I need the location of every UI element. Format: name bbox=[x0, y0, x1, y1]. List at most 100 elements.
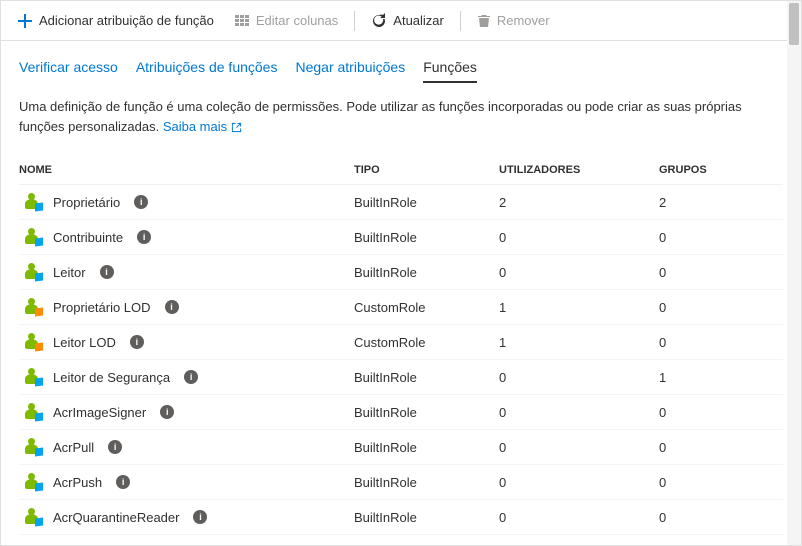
role-name: AcrPush bbox=[53, 475, 102, 490]
table-header: NOME TIPO UTILIZADORES GRUPOS bbox=[19, 156, 783, 185]
info-icon[interactable]: i bbox=[165, 300, 179, 314]
info-icon[interactable]: i bbox=[134, 195, 148, 209]
role-users: 0 bbox=[499, 440, 659, 455]
name-cell: Proprietário i bbox=[19, 193, 354, 211]
role-users: 1 bbox=[499, 335, 659, 350]
table-row[interactable]: Proprietário LOD i CustomRole10 bbox=[19, 290, 783, 325]
table-row[interactable]: Leitor de SegurançaiBuiltInRole01 bbox=[19, 360, 783, 395]
table-row[interactable]: AcrImageSigneriBuiltInRole00 bbox=[19, 395, 783, 430]
role-groups: 0 bbox=[659, 230, 783, 245]
col-groups: GRUPOS bbox=[659, 164, 783, 176]
role-icon bbox=[25, 263, 43, 281]
role-name: Proprietário LOD bbox=[53, 300, 151, 315]
table-row[interactable]: AcrPulliBuiltInRole00 bbox=[19, 430, 783, 465]
role-users: 2 bbox=[499, 195, 659, 210]
content: Verificar acesso Atribuições de funções … bbox=[1, 41, 801, 545]
role-icon bbox=[25, 508, 43, 526]
role-groups: 0 bbox=[659, 265, 783, 280]
table-body: ProprietárioiBuiltInRole22ContribuinteiB… bbox=[19, 185, 783, 535]
role-type: BuiltInRole bbox=[354, 405, 499, 420]
table-row[interactable]: LeitoriBuiltInRole00 bbox=[19, 255, 783, 290]
name-cell: AcrImageSigner i bbox=[19, 403, 354, 421]
external-link-icon bbox=[231, 122, 242, 133]
separator bbox=[354, 11, 355, 31]
role-type: BuiltInRole bbox=[354, 475, 499, 490]
tab-role-assignments[interactable]: Atribuições de funções bbox=[136, 59, 278, 83]
role-name: Proprietário bbox=[53, 195, 120, 210]
role-name: AcrQuarantineReader bbox=[53, 510, 179, 525]
role-users: 1 bbox=[499, 300, 659, 315]
role-groups: 0 bbox=[659, 300, 783, 315]
tabs: Verificar acesso Atribuições de funções … bbox=[19, 59, 783, 83]
table-row[interactable]: ProprietárioiBuiltInRole22 bbox=[19, 185, 783, 220]
role-icon bbox=[25, 333, 43, 351]
role-icon bbox=[25, 228, 43, 246]
name-cell: Leitori bbox=[19, 263, 354, 281]
remove-label: Remover bbox=[497, 13, 550, 28]
remove-button: Remover bbox=[469, 9, 558, 32]
plus-icon bbox=[17, 13, 33, 29]
add-role-assignment-button[interactable]: Adicionar atribuição de função bbox=[9, 9, 222, 33]
role-type: BuiltInRole bbox=[354, 440, 499, 455]
role-icon bbox=[25, 473, 43, 491]
role-groups: 0 bbox=[659, 335, 783, 350]
role-type: BuiltInRole bbox=[354, 265, 499, 280]
tab-verify-access[interactable]: Verificar acesso bbox=[19, 59, 118, 83]
learn-more-link[interactable]: Saiba mais bbox=[163, 119, 242, 134]
table-row[interactable]: ContribuinteiBuiltInRole00 bbox=[19, 220, 783, 255]
info-icon[interactable]: i bbox=[184, 370, 198, 384]
role-type: BuiltInRole bbox=[354, 230, 499, 245]
role-type: BuiltInRole bbox=[354, 510, 499, 525]
refresh-label: Atualizar bbox=[393, 13, 444, 28]
name-cell: Leitor de Segurança i bbox=[19, 368, 354, 386]
role-groups: 0 bbox=[659, 405, 783, 420]
description: Uma definição de função é uma coleção de… bbox=[19, 97, 783, 136]
role-groups: 0 bbox=[659, 475, 783, 490]
description-text: Uma definição de função é uma coleção de… bbox=[19, 99, 742, 134]
name-cell: AcrPull i bbox=[19, 438, 354, 456]
info-icon[interactable]: i bbox=[160, 405, 174, 419]
role-name: AcrImageSigner bbox=[53, 405, 146, 420]
role-type: CustomRole bbox=[354, 335, 499, 350]
edit-columns-label: Editar colunas bbox=[256, 13, 338, 28]
refresh-icon bbox=[371, 13, 387, 29]
tab-deny-assignments[interactable]: Negar atribuições bbox=[295, 59, 405, 83]
role-type: BuiltInRole bbox=[354, 370, 499, 385]
role-name: AcrPull bbox=[53, 440, 94, 455]
role-users: 0 bbox=[499, 370, 659, 385]
info-icon[interactable]: i bbox=[116, 475, 130, 489]
edit-columns-button: Editar colunas bbox=[226, 9, 346, 33]
table-row[interactable]: Leitor LOD i CustomRole10 bbox=[19, 325, 783, 360]
table-row[interactable]: AcrPushiBuiltInRole00 bbox=[19, 465, 783, 500]
role-groups: 0 bbox=[659, 440, 783, 455]
info-icon[interactable]: i bbox=[108, 440, 122, 454]
info-icon[interactable]: i bbox=[137, 230, 151, 244]
name-cell: Contribuinte i bbox=[19, 228, 354, 246]
info-icon[interactable]: i bbox=[193, 510, 207, 524]
col-users: UTILIZADORES bbox=[499, 164, 659, 176]
info-icon[interactable]: i bbox=[130, 335, 144, 349]
role-icon bbox=[25, 438, 43, 456]
table-row[interactable]: AcrQuarantineReaderiBuiltInRole00 bbox=[19, 500, 783, 535]
columns-icon bbox=[234, 13, 250, 29]
role-name: Contribuinte bbox=[53, 230, 123, 245]
role-groups: 2 bbox=[659, 195, 783, 210]
role-name: Leitor bbox=[53, 265, 86, 280]
tab-roles[interactable]: Funções bbox=[423, 59, 477, 83]
role-type: CustomRole bbox=[354, 300, 499, 315]
name-cell: Proprietário LOD i bbox=[19, 298, 354, 316]
separator bbox=[460, 11, 461, 31]
role-icon bbox=[25, 403, 43, 421]
refresh-button[interactable]: Atualizar bbox=[363, 9, 452, 33]
scrollbar[interactable] bbox=[787, 1, 801, 545]
info-icon[interactable]: i bbox=[100, 265, 114, 279]
role-users: 0 bbox=[499, 405, 659, 420]
toolbar: Adicionar atribuição de função Editar co… bbox=[1, 1, 801, 41]
role-icon bbox=[25, 193, 43, 211]
add-label: Adicionar atribuição de função bbox=[39, 13, 214, 28]
role-users: 0 bbox=[499, 475, 659, 490]
role-name: Leitor de Segurança bbox=[53, 370, 170, 385]
role-type: BuiltInRole bbox=[354, 195, 499, 210]
role-name: Leitor LOD bbox=[53, 335, 116, 350]
scrollbar-thumb[interactable] bbox=[789, 3, 799, 45]
